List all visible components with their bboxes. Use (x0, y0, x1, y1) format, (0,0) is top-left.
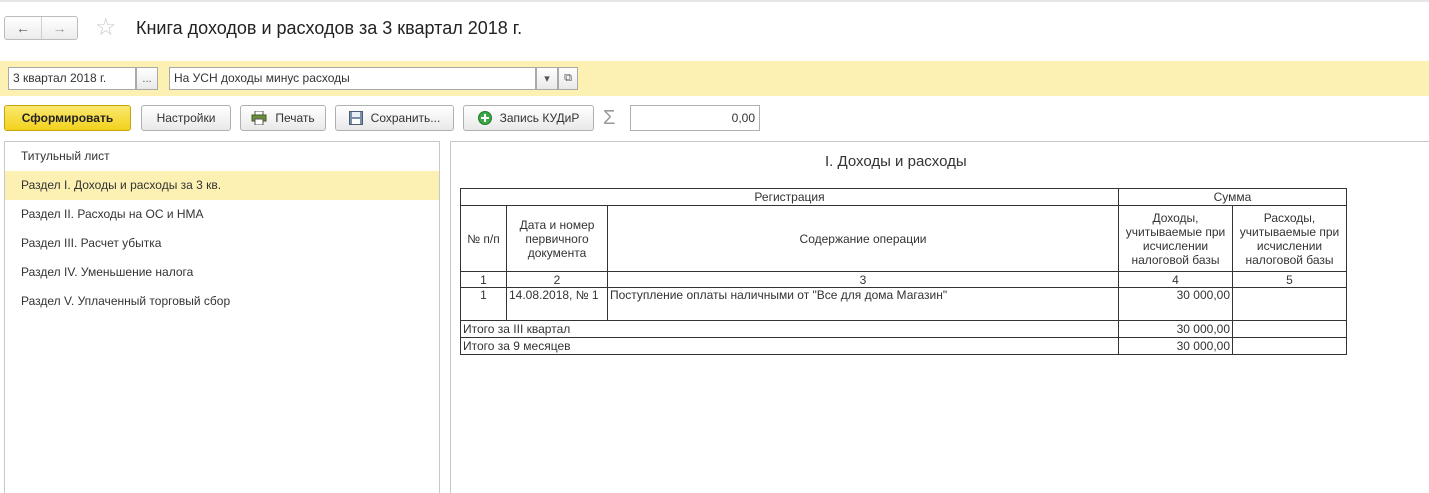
section-loss-calculation[interactable]: Раздел III. Расчет убытка (5, 229, 439, 258)
sections-list: Титульный лист Раздел I. Доходы и расход… (4, 141, 440, 493)
report-table: Регистрация Сумма № п/п Дата и номер пер… (460, 188, 1347, 355)
kudir-entry-button[interactable]: Запись КУДиР (463, 105, 594, 131)
column-number: 2 (506, 271, 608, 288)
column-number: 1 (460, 271, 507, 288)
sum-header: Сумма (1118, 188, 1347, 206)
total-9-months-income: 30 000,00 (1118, 337, 1233, 355)
top-border (0, 0, 1429, 2)
column-number: 4 (1118, 271, 1233, 288)
col-num-header: № п/п (460, 205, 507, 272)
parameter-bar: 3 квартал 2018 г. ... На УСН доходы мину… (0, 61, 1429, 96)
generate-button-label: Сформировать (21, 111, 114, 125)
total-9-months-expense (1232, 337, 1347, 355)
section-income-expenses[interactable]: Раздел I. Доходы и расходы за 3 кв. (5, 171, 439, 200)
total-quarter-label: Итого за III квартал (460, 320, 1119, 338)
total-quarter-expense (1232, 320, 1347, 338)
row-content: Поступление оплаты наличными от "Все для… (607, 287, 1119, 321)
section-tax-reduction[interactable]: Раздел IV. Уменьшение налога (5, 258, 439, 287)
row-income: 30 000,00 (1118, 287, 1233, 321)
section-fixed-assets[interactable]: Раздел II. Расходы на ОС и НМА (5, 200, 439, 229)
period-field[interactable]: 3 квартал 2018 г. (8, 67, 136, 90)
sigma-icon: Σ (603, 107, 616, 129)
col-expense-header: Расходы, учитываемые при исчислении нало… (1232, 205, 1347, 272)
add-green-circle-icon (477, 111, 492, 125)
print-button-label: Печать (275, 111, 315, 125)
column-number: 5 (1232, 271, 1347, 288)
col-content-header: Содержание операции (607, 205, 1119, 272)
total-row-quarter: Итого за III квартал 30 000,00 (460, 320, 1347, 338)
row-expense (1232, 287, 1347, 321)
table-row: 1 14.08.2018, № 1 Поступление оплаты нал… (460, 287, 1347, 321)
column-header-row: № п/п Дата и номер первичного документа … (460, 205, 1347, 272)
total-9-months-label: Итого за 9 месяцев (460, 337, 1119, 355)
tax-mode-field[interactable]: На УСН доходы минус расходы (169, 67, 536, 90)
back-button[interactable]: ← (5, 17, 41, 39)
navigation-buttons: ← → (4, 16, 78, 40)
report-panel: I. Доходы и расходы Регистрация Сумма № … (450, 141, 1429, 493)
col-income-header: Доходы, учитываемые при исчислении налог… (1118, 205, 1233, 272)
settings-button-label: Настройки (156, 111, 216, 125)
favorite-star-icon[interactable]: ☆ (95, 14, 117, 42)
floppy-disk-icon (348, 111, 363, 125)
printer-icon (251, 111, 267, 125)
forward-button[interactable]: → (41, 17, 77, 39)
tax-mode-dropdown-icon[interactable]: ▾ (536, 67, 558, 90)
total-quarter-income: 30 000,00 (1118, 320, 1233, 338)
period-select-button[interactable]: ... (136, 67, 158, 90)
print-button[interactable]: Печать (240, 105, 326, 131)
registration-header: Регистрация (460, 188, 1119, 206)
save-button[interactable]: Сохранить... (335, 105, 454, 131)
column-number: 3 (607, 271, 1119, 288)
column-number-row: 1 2 3 4 5 (460, 271, 1347, 288)
total-row-9-months: Итого за 9 месяцев 30 000,00 (460, 337, 1347, 355)
col-doc-header: Дата и номер первичного документа (506, 205, 608, 272)
settings-button[interactable]: Настройки (141, 105, 231, 131)
page-title: Книга доходов и расходов за 3 квартал 20… (136, 18, 523, 38)
report-title: I. Доходы и расходы (825, 153, 967, 170)
back-arrow-icon: ← (16, 20, 30, 36)
tax-mode-open-icon[interactable]: ⧉ (558, 67, 578, 90)
generate-button[interactable]: Сформировать (4, 105, 131, 131)
group-header-row: Регистрация Сумма (460, 188, 1347, 206)
sum-field: 0,00 (630, 105, 760, 131)
section-trade-fee[interactable]: Раздел V. Уплаченный торговый сбор (5, 287, 439, 316)
forward-arrow-icon: → (52, 20, 67, 36)
section-title-page[interactable]: Титульный лист (5, 142, 439, 171)
kudir-entry-button-label: Запись КУДиР (499, 111, 580, 125)
save-button-label: Сохранить... (370, 111, 441, 125)
row-num: 1 (460, 287, 507, 321)
row-doc: 14.08.2018, № 1 (506, 287, 608, 321)
